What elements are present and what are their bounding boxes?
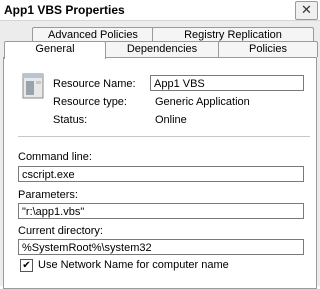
- close-button[interactable]: ✕: [295, 1, 318, 20]
- separator: [18, 136, 310, 138]
- command-line-field[interactable]: cscript.exe: [18, 166, 304, 182]
- resource-name-field[interactable]: App1 VBS: [150, 75, 304, 91]
- parameters-field[interactable]: "r:\app1.vbs": [18, 203, 304, 219]
- dialog-body: Advanced Policies Registry Replication G…: [0, 21, 320, 289]
- resource-type-label: Resource type:: [53, 96, 127, 108]
- status-label: Status:: [53, 114, 88, 126]
- current-directory-label: Current directory:: [18, 225, 103, 237]
- window-title: App1 VBS Properties: [4, 3, 125, 17]
- current-directory-field[interactable]: %SystemRoot%\system32: [18, 239, 304, 255]
- parameters-label: Parameters:: [18, 189, 78, 201]
- title-bar: App1 VBS Properties ✕: [0, 0, 320, 21]
- resource-type-value: Generic Application: [155, 96, 250, 108]
- close-icon: ✕: [301, 2, 312, 17]
- use-network-name-checkbox[interactable]: ✔: [20, 259, 33, 272]
- command-line-label: Command line:: [18, 151, 92, 163]
- status-value: Online: [155, 114, 187, 126]
- application-window-icon: [22, 73, 44, 99]
- checkmark-icon: ✔: [22, 260, 31, 271]
- tab-dependencies[interactable]: Dependencies: [104, 41, 220, 57]
- tab-general[interactable]: General: [4, 41, 106, 59]
- resource-name-label: Resource Name:: [53, 78, 136, 90]
- use-network-name-label: Use Network Name for computer name: [38, 259, 229, 271]
- general-tab-panel: Resource Name: App1 VBS Resource type: G…: [3, 57, 317, 289]
- tab-policies[interactable]: Policies: [218, 41, 318, 57]
